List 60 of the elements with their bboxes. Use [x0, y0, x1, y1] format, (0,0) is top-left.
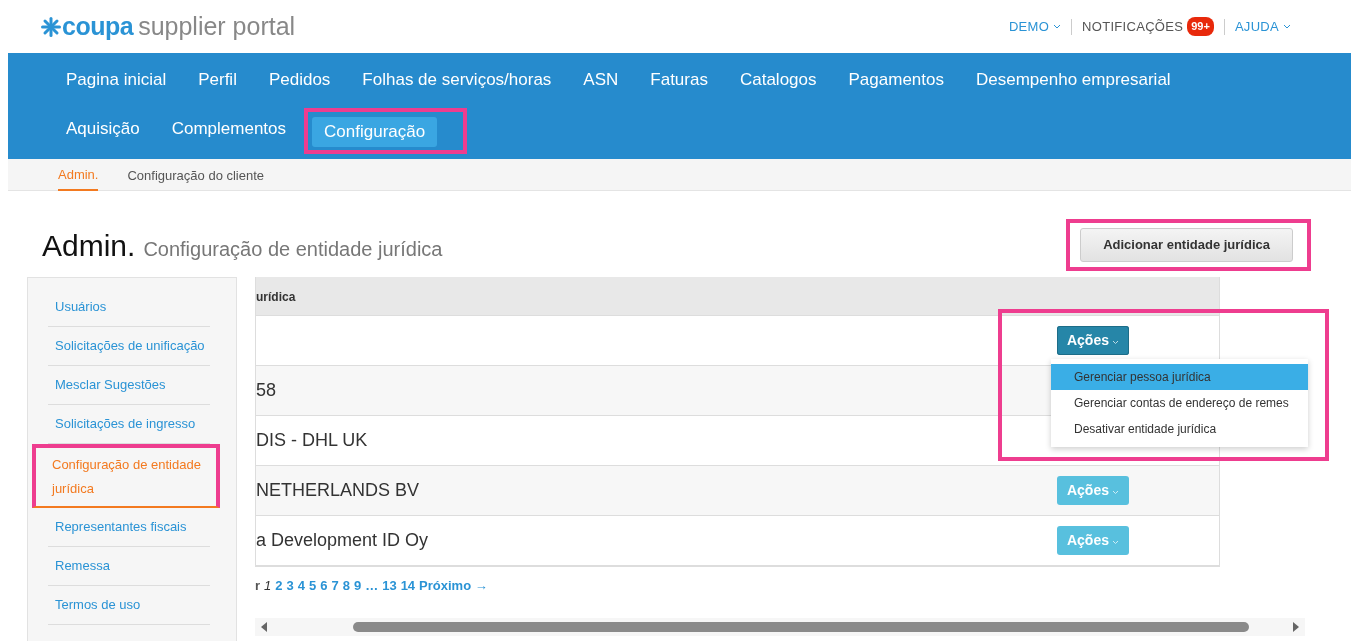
- sidebar-link[interactable]: Solicitações de ingresso: [48, 405, 210, 444]
- logo-product: supplier portal: [138, 10, 296, 42]
- page-link[interactable]: 1: [264, 576, 272, 596]
- sidebar-link[interactable]: Remessa: [48, 547, 210, 586]
- notification-count: 99+: [1187, 17, 1214, 36]
- page-link[interactable]: 7: [331, 576, 339, 596]
- page-link[interactable]: 8: [342, 576, 350, 596]
- page-link[interactable]: 13: [382, 576, 397, 596]
- sidebar-link[interactable]: Mesclar Sugestões: [48, 366, 210, 405]
- nav-tab[interactable]: ASN: [575, 55, 627, 104]
- sidebar-link[interactable]: Usuários: [48, 288, 210, 327]
- sidebar-link[interactable]: Solicitações de unificação: [48, 327, 210, 366]
- menu-link[interactable]: DEMO: [1008, 16, 1062, 37]
- nav-tab[interactable]: Aquisição: [58, 104, 148, 153]
- sidebar-link[interactable]: Configuração de entidade jurídica: [32, 444, 220, 508]
- column-header: urídica: [256, 290, 296, 304]
- table-cell-text: DIS - DHL UK: [256, 429, 368, 452]
- menu-link[interactable]: AJUDA: [1234, 16, 1291, 37]
- page-link[interactable]: …: [365, 576, 379, 596]
- nav-tab[interactable]: Pagamentos: [840, 55, 952, 104]
- logo-brand: coupa: [62, 10, 134, 42]
- page-link[interactable]: 3: [286, 576, 294, 596]
- page-link[interactable]: 5: [309, 576, 317, 596]
- actions-button[interactable]: Ações: [1056, 326, 1129, 355]
- menu-item[interactable]: Desativar entidade jurídica: [1051, 416, 1308, 442]
- actions-button[interactable]: Ações: [1056, 476, 1129, 505]
- chevron-down-icon: [1283, 23, 1291, 30]
- actions-button[interactable]: Ações: [1056, 526, 1129, 555]
- next-link[interactable]: Próximo →: [419, 576, 488, 596]
- nav-tab[interactable]: Catalogos: [731, 55, 825, 104]
- page-link[interactable]: 2: [275, 576, 283, 596]
- nav-tab[interactable]: Faturas: [642, 55, 716, 104]
- page-link[interactable]: 6: [320, 576, 328, 596]
- nav-tab[interactable]: Complementos: [163, 104, 295, 153]
- nav-tab[interactable]: Pagina inicial: [58, 55, 175, 104]
- nav-tab[interactable]: Configuração: [312, 117, 438, 147]
- sidebar-link[interactable]: Termos de uso: [48, 586, 210, 625]
- sidebar-link[interactable]: Representantes fiscais: [48, 508, 210, 547]
- page-link[interactable]: 9: [353, 576, 362, 596]
- subnav-tab[interactable]: Configuração do cliente: [127, 158, 265, 191]
- chevron-down-icon: [1053, 23, 1062, 30]
- previous-link[interactable]: r: [255, 576, 261, 596]
- menu-item[interactable]: Gerenciar contas de endereço de remes: [1051, 390, 1308, 416]
- page-title: Admin.: [42, 228, 136, 264]
- nav-tab[interactable]: Pedidos: [260, 55, 339, 104]
- table-cell-text: 58: [256, 379, 277, 402]
- table-cell-text: NETHERLANDS BV: [256, 479, 420, 502]
- add-entity-button[interactable]: Adicionar entidade jurídica: [1080, 228, 1293, 262]
- page-subtitle: Configuração de entidade jurídica: [143, 237, 443, 262]
- menu-item[interactable]: Gerenciar pessoa jurídica: [1051, 364, 1308, 390]
- nav-tab[interactable]: Desempenho empresarial: [967, 55, 1179, 104]
- nav-tab[interactable]: Folhas de serviços/horas: [354, 55, 560, 104]
- page-link[interactable]: 4: [297, 576, 305, 596]
- snowflake-logo-icon: [40, 15, 62, 38]
- nav-tab[interactable]: Perfil: [190, 55, 245, 104]
- page-link[interactable]: 14: [400, 576, 416, 596]
- subnav-tab[interactable]: Admin.: [58, 157, 99, 192]
- table-cell-text: a Development ID Oy: [256, 529, 429, 552]
- notifications-link[interactable]: NOTIFICAÇÕES: [1082, 16, 1184, 37]
- horizontal-scrollbar[interactable]: [255, 617, 1305, 636]
